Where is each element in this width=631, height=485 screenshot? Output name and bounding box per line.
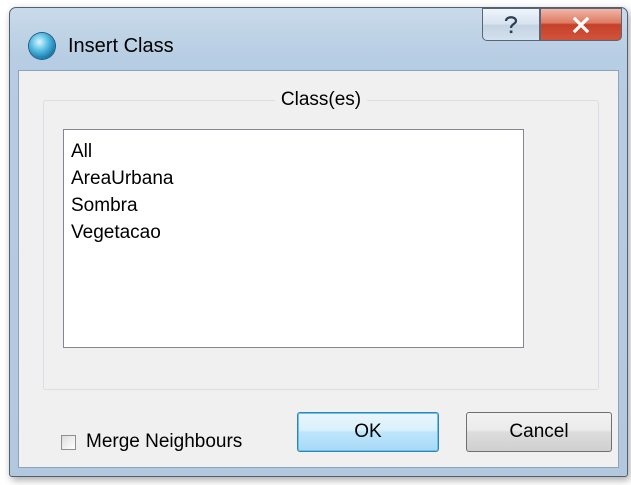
close-button[interactable]: [540, 8, 622, 41]
classes-group-title: Class(es): [274, 89, 368, 110]
classes-groupbox: Class(es) All AreaUrbana Sombra Vegetacao: [43, 89, 599, 390]
app-icon: [29, 33, 55, 59]
class-list-item[interactable]: AreaUrbana: [71, 165, 516, 192]
insert-class-dialog: Insert Class Class(es) All AreaUrbana Somb…: [9, 7, 628, 477]
cancel-button[interactable]: Cancel: [466, 412, 612, 452]
help-button[interactable]: [482, 8, 540, 41]
dialog-body: Class(es) All AreaUrbana Sombra Vegetacao M…: [18, 70, 619, 468]
ok-button[interactable]: OK: [297, 412, 439, 452]
merge-neighbours-option[interactable]: Merge Neighbours: [61, 431, 242, 453]
help-icon: [504, 15, 518, 33]
class-list-item[interactable]: Vegetacao: [71, 219, 516, 246]
window-title: Insert Class: [68, 35, 174, 57]
merge-neighbours-checkbox[interactable]: [61, 434, 76, 450]
class-listbox[interactable]: All AreaUrbana Sombra Vegetacao: [63, 129, 524, 348]
merge-neighbours-label: Merge Neighbours: [86, 431, 243, 452]
close-icon: [572, 16, 590, 33]
class-list-item[interactable]: All: [71, 138, 516, 165]
class-list-item[interactable]: Sombra: [71, 192, 516, 219]
